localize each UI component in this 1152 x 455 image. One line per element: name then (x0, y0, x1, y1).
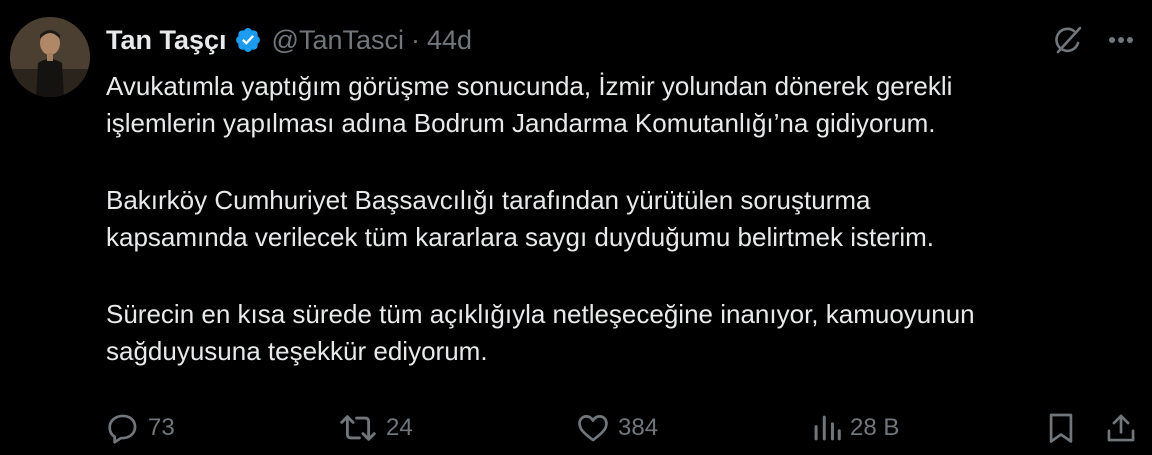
reply-icon (108, 414, 137, 444)
views-button[interactable]: 28 B (812, 408, 899, 448)
share-button[interactable] (1104, 408, 1138, 448)
repost-count: 24 (386, 414, 413, 441)
bookmark-icon (1049, 413, 1073, 443)
more-icon[interactable] (1103, 26, 1139, 54)
reply-count: 73 (148, 414, 175, 441)
display-name[interactable]: Tan Taşçı (106, 25, 227, 56)
heart-icon (578, 415, 608, 442)
like-count: 384 (618, 414, 659, 441)
share-icon (1107, 414, 1135, 442)
tweet[interactable]: Tan Taşçı @TanTasci · 44d Avukatımla yap… (0, 0, 1152, 455)
tweet-paragraph: Sürecin en kısa sürede tüm açıklığıyla n… (106, 299, 975, 366)
tweet-header: Tan Taşçı @TanTasci · 44d (106, 20, 472, 60)
views-chart-icon (814, 415, 841, 441)
avatar[interactable] (10, 17, 90, 97)
repost-icon (340, 415, 376, 441)
tweet-text: Avukatımla yaptığım görüşme sonucunda, İ… (106, 68, 1136, 410)
avatar-image (10, 17, 90, 97)
verified-badge-icon[interactable] (234, 26, 262, 54)
tweet-paragraph: Avukatımla yaptığım görüşme sonucunda, İ… (106, 71, 953, 138)
action-bar: 73 24 384 28 B (0, 408, 1152, 448)
tweet-paragraph: Bakırköy Cumhuriyet Başsavcılığı tarafın… (106, 185, 935, 252)
repost-button[interactable]: 24 (338, 408, 413, 448)
handle[interactable]: @TanTasci (272, 25, 404, 56)
views-count: 28 B (850, 414, 900, 441)
reply-button[interactable]: 73 (106, 408, 175, 448)
like-button[interactable]: 384 (576, 408, 658, 448)
bookmark-button[interactable] (1044, 408, 1078, 448)
timestamp[interactable]: 44d (427, 25, 472, 56)
separator-dot: · (411, 24, 421, 55)
grok-icon[interactable] (1052, 24, 1084, 56)
